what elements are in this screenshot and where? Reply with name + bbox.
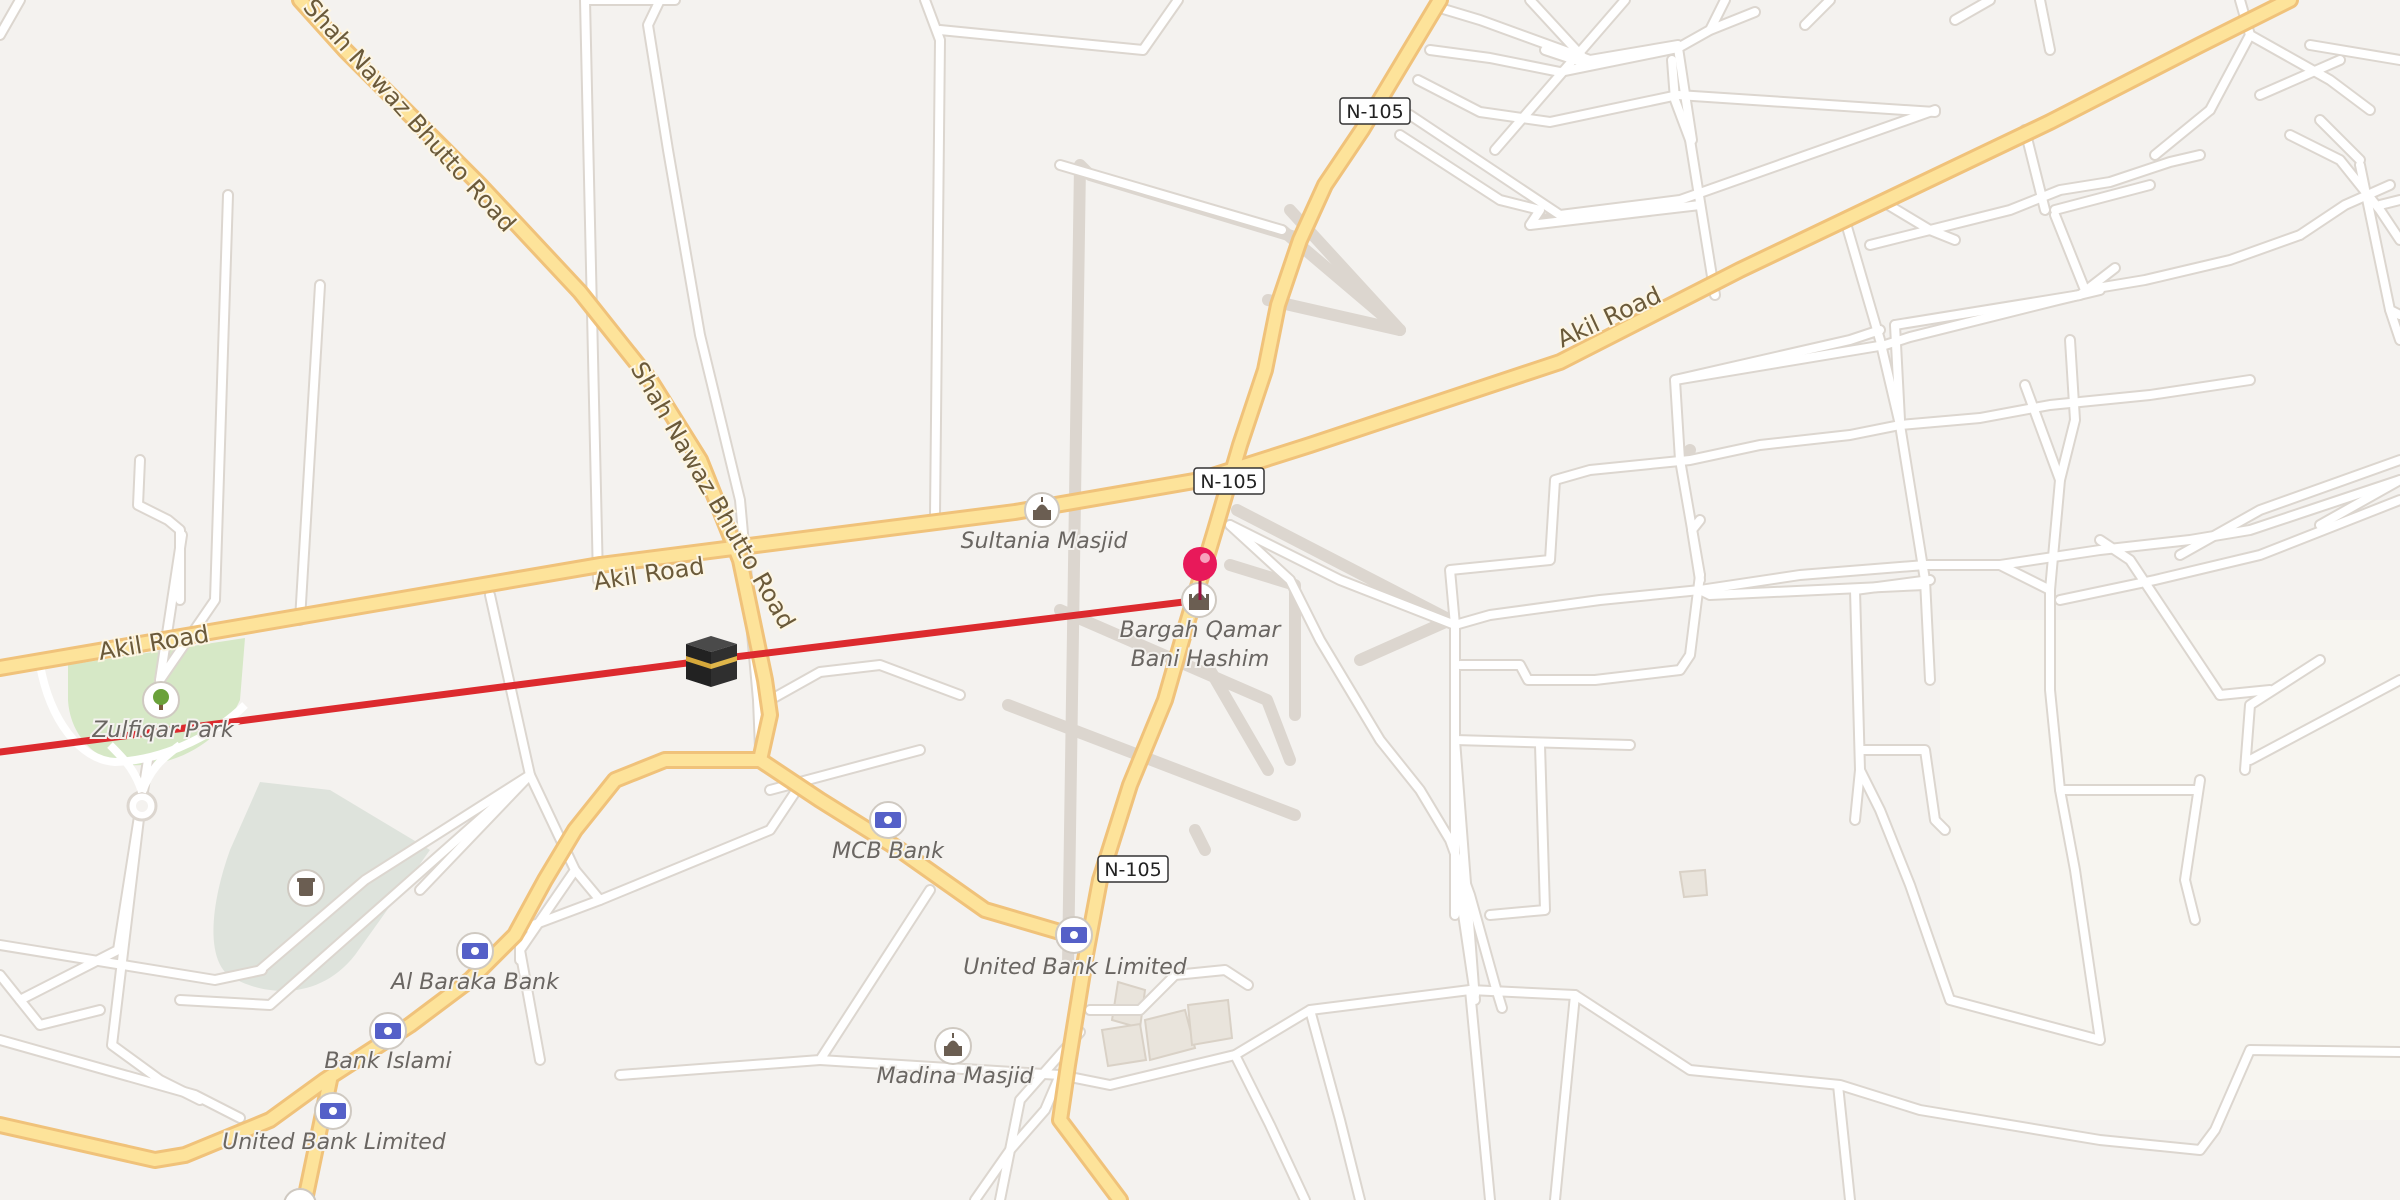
bank-icon — [375, 1023, 401, 1039]
bank-icon — [875, 812, 901, 828]
poi-label: Bank Islami — [324, 1049, 451, 1074]
shield-label: N-105 — [1346, 101, 1403, 123]
poi-cemetery[interactable] — [287, 869, 325, 907]
poi-label: Zulfiqar Park — [91, 718, 235, 743]
bank-icon — [320, 1103, 346, 1119]
shield-label: N-105 — [1200, 471, 1257, 493]
bank-icon — [1061, 927, 1087, 943]
poi-label-line2: Bani Hashim — [1131, 647, 1270, 672]
poi-label: United Bank Limited — [222, 1130, 447, 1155]
shield-label: N-105 — [1104, 859, 1161, 881]
kaaba-icon[interactable] — [686, 636, 737, 687]
road-shield-n105-1: N-105 — [1339, 97, 1411, 125]
grave-icon — [297, 878, 315, 896]
open-land-area — [1940, 620, 2400, 1120]
roundabout-center — [136, 800, 148, 812]
road-shield-n105-2: N-105 — [1193, 467, 1265, 495]
poi-label: MCB Bank — [832, 839, 945, 864]
poi-label: Madina Masjid — [876, 1064, 1034, 1089]
poi-label: Al Baraka Bank — [389, 970, 560, 995]
road-shield-n105-3: N-105 — [1097, 855, 1169, 883]
poi-label: Sultania Masjid — [961, 529, 1129, 554]
poi-label-line1: Bargah Qamar — [1120, 618, 1283, 643]
bank-icon — [462, 943, 488, 959]
map-canvas[interactable]: Akil Road Akil Road Akil Road Shah Nawaz… — [0, 0, 2400, 1200]
poi-label: United Bank Limited — [963, 955, 1188, 980]
